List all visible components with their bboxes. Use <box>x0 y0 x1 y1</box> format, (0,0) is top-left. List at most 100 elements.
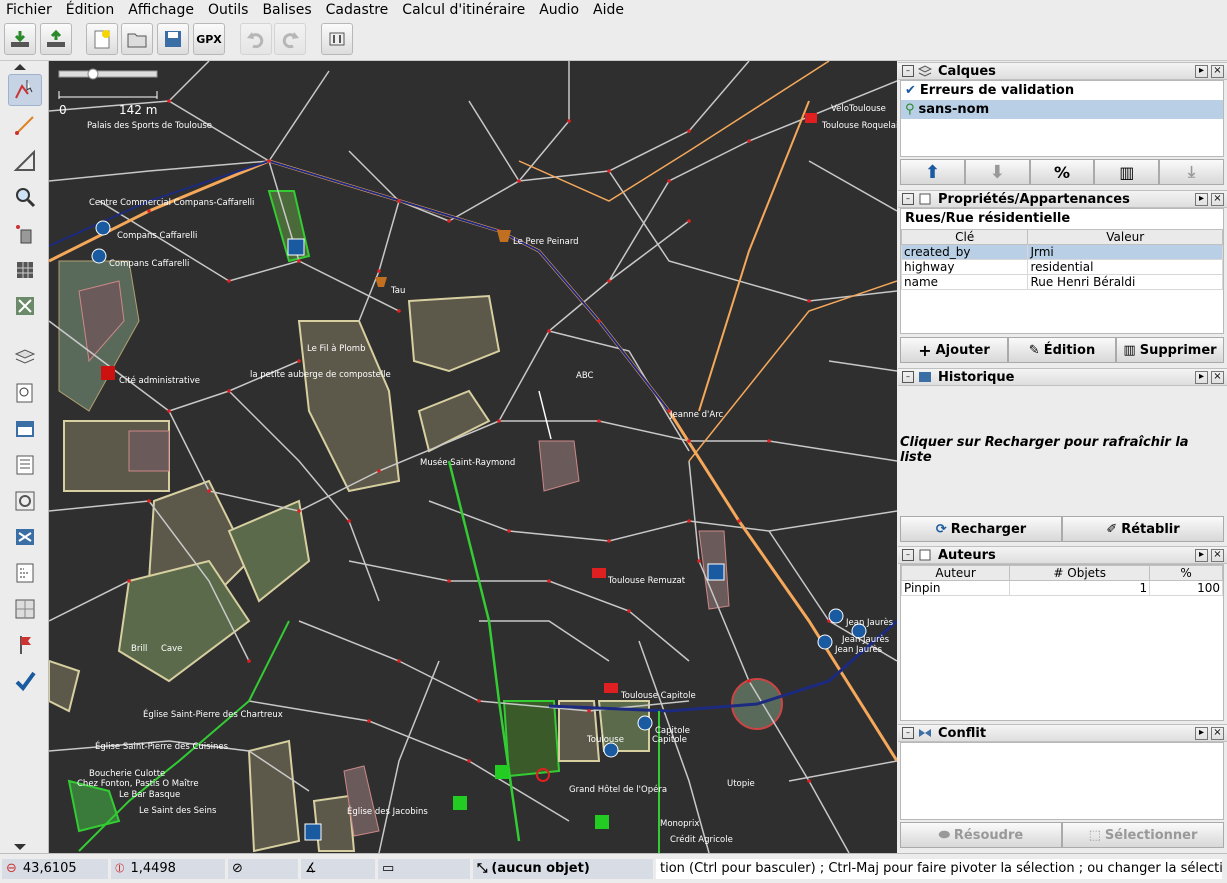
delete-tool[interactable] <box>8 218 42 250</box>
collapse-icon[interactable]: – <box>902 193 914 205</box>
measure-tool[interactable] <box>8 145 42 177</box>
validation-tool[interactable] <box>8 485 42 517</box>
detach-icon[interactable]: ▸ <box>1195 370 1208 384</box>
percent-column-header[interactable]: % <box>1149 565 1223 581</box>
menu-audio[interactable]: Audio <box>533 2 587 18</box>
tag-value[interactable]: Jrmi <box>1027 244 1223 260</box>
close-icon[interactable]: × <box>1211 192 1224 206</box>
conflict-panel-header[interactable]: – Conflit ▸ × <box>898 724 1227 742</box>
tag-key[interactable]: created_by <box>900 244 1029 260</box>
table-row[interactable]: highway residential <box>900 259 1223 275</box>
add-tag-button[interactable]: + Ajouter <box>900 337 1008 363</box>
layer-item-data[interactable]: ⚲ sans-nom <box>901 100 1223 119</box>
scroll-down-icon[interactable] <box>14 844 26 850</box>
zoom-tool[interactable] <box>8 181 42 213</box>
improve-way-tool[interactable] <box>8 254 42 286</box>
cadastre-tool[interactable] <box>8 593 42 625</box>
select-conflict-button[interactable]: ⬚ Sélectionner <box>1062 822 1224 848</box>
toggle-visibility-button[interactable]: % <box>1029 159 1095 185</box>
collapse-icon[interactable]: – <box>902 65 914 77</box>
undo-button[interactable] <box>240 23 272 55</box>
redo-button[interactable] <box>274 23 306 55</box>
history-panel-header[interactable]: – Historique ▸ × <box>898 368 1227 386</box>
table-row[interactable]: created_by Jrmi <box>900 244 1223 260</box>
scroll-up-icon[interactable] <box>14 64 26 70</box>
tag-value[interactable]: residential <box>1027 259 1223 275</box>
tag-key[interactable]: name <box>900 274 1029 290</box>
layers-panel-header[interactable]: – Calques ▸ × <box>898 62 1227 80</box>
detach-icon[interactable]: ▸ <box>1195 192 1208 206</box>
heading-field: ⊘ <box>228 858 298 879</box>
filter-tool[interactable] <box>8 521 42 553</box>
collapse-icon[interactable]: – <box>902 371 914 383</box>
map-canvas[interactable] <box>49 61 897 853</box>
upload-button[interactable] <box>40 23 72 55</box>
close-icon[interactable]: × <box>1211 64 1224 78</box>
gpx-button[interactable]: GPX <box>193 23 225 55</box>
menu-outils[interactable]: Outils <box>202 2 256 18</box>
layer-name: sans-nom <box>918 102 990 117</box>
download-button[interactable] <box>4 23 36 55</box>
move-down-button[interactable]: ⬇ <box>964 159 1030 185</box>
authors-panel-title: Auteurs <box>938 547 996 563</box>
collapse-icon[interactable]: – <box>902 727 914 739</box>
value-column-header[interactable]: Valeur <box>1027 229 1223 245</box>
delete-layer-button[interactable]: ▥ <box>1094 159 1160 185</box>
tag-toggle-tool[interactable] <box>8 413 42 445</box>
new-layer-button[interactable] <box>86 23 118 55</box>
plus-icon: + <box>918 340 932 360</box>
tag-value[interactable]: Rue Henri Béraldi <box>1027 274 1223 290</box>
open-button[interactable] <box>121 23 153 55</box>
preferences-button[interactable] <box>321 23 353 55</box>
close-icon[interactable]: × <box>1211 548 1224 562</box>
resolve-button[interactable]: ⬬ Résoudre <box>900 822 1062 848</box>
menu-balises[interactable]: Balises <box>256 2 319 18</box>
parallel-tool[interactable] <box>8 290 42 322</box>
layer-item-validation[interactable]: ✔ Erreurs de validation <box>901 81 1223 100</box>
close-icon[interactable]: × <box>1211 726 1224 740</box>
longitude-value: 1,4498 <box>130 861 176 876</box>
edit-tag-button[interactable]: ✎ Édition <box>1008 337 1116 363</box>
menu-edition[interactable]: Édition <box>60 2 122 18</box>
menu-itineraire[interactable]: Calcul d'itinéraire <box>396 2 533 18</box>
restore-button[interactable]: ✐ Rétablir <box>1062 516 1224 542</box>
objects-column-header[interactable]: # Objets <box>1009 565 1151 581</box>
selection-value: (aucun objet) <box>491 861 590 876</box>
table-row[interactable]: Pinpin 1 100 <box>900 580 1223 596</box>
table-row[interactable]: name Rue Henri Béraldi <box>900 274 1223 290</box>
map-label: Utopie <box>727 779 755 789</box>
menu-cadastre[interactable]: Cadastre <box>320 2 397 18</box>
map-view[interactable]: 0 142 m Palais des Sports de Toulouse Ve… <box>49 61 897 853</box>
detach-icon[interactable]: ▸ <box>1195 548 1208 562</box>
close-icon[interactable]: × <box>1211 370 1224 384</box>
select-tool[interactable] <box>8 74 42 106</box>
draw-tool[interactable] <box>8 109 42 141</box>
delete-tag-button[interactable]: ▥ Supprimer <box>1116 337 1224 363</box>
menu-affichage[interactable]: Affichage <box>122 2 202 18</box>
conflict-icon <box>919 729 931 737</box>
save-button[interactable] <box>157 23 189 55</box>
merge-layer-button[interactable]: ⤓ <box>1159 159 1224 185</box>
menu-aide[interactable]: Aide <box>587 2 632 18</box>
detach-icon[interactable]: ▸ <box>1195 64 1208 78</box>
reload-label: Recharger <box>950 521 1027 537</box>
tag-key[interactable]: highway <box>900 259 1029 275</box>
move-up-button[interactable]: ⬆ <box>900 159 965 185</box>
changeset-tool[interactable] <box>8 629 42 661</box>
merge-icon: ⤓ <box>1188 162 1196 181</box>
history-panel-title: Historique <box>938 369 1015 385</box>
search-tool[interactable] <box>8 377 42 409</box>
menu-fichier[interactable]: Fichier <box>0 2 60 18</box>
collapse-icon[interactable]: – <box>902 549 914 561</box>
selection-list-tool[interactable] <box>8 449 42 481</box>
relations-tool[interactable] <box>8 557 42 589</box>
key-column-header[interactable]: Clé <box>900 229 1029 245</box>
checkmark-tool[interactable] <box>8 665 42 697</box>
properties-panel-header[interactable]: – Propriétés/Appartenances ▸ × <box>898 190 1227 208</box>
author-column-header[interactable]: Auteur <box>900 565 1011 581</box>
reload-button[interactable]: ⟳ Recharger <box>900 516 1062 542</box>
layers-toggle-tool[interactable] <box>8 341 42 373</box>
detach-icon[interactable]: ▸ <box>1195 726 1208 740</box>
map-label: Jeanne d'Arc <box>670 410 724 420</box>
authors-panel-header[interactable]: – Auteurs ▸ × <box>898 546 1227 564</box>
